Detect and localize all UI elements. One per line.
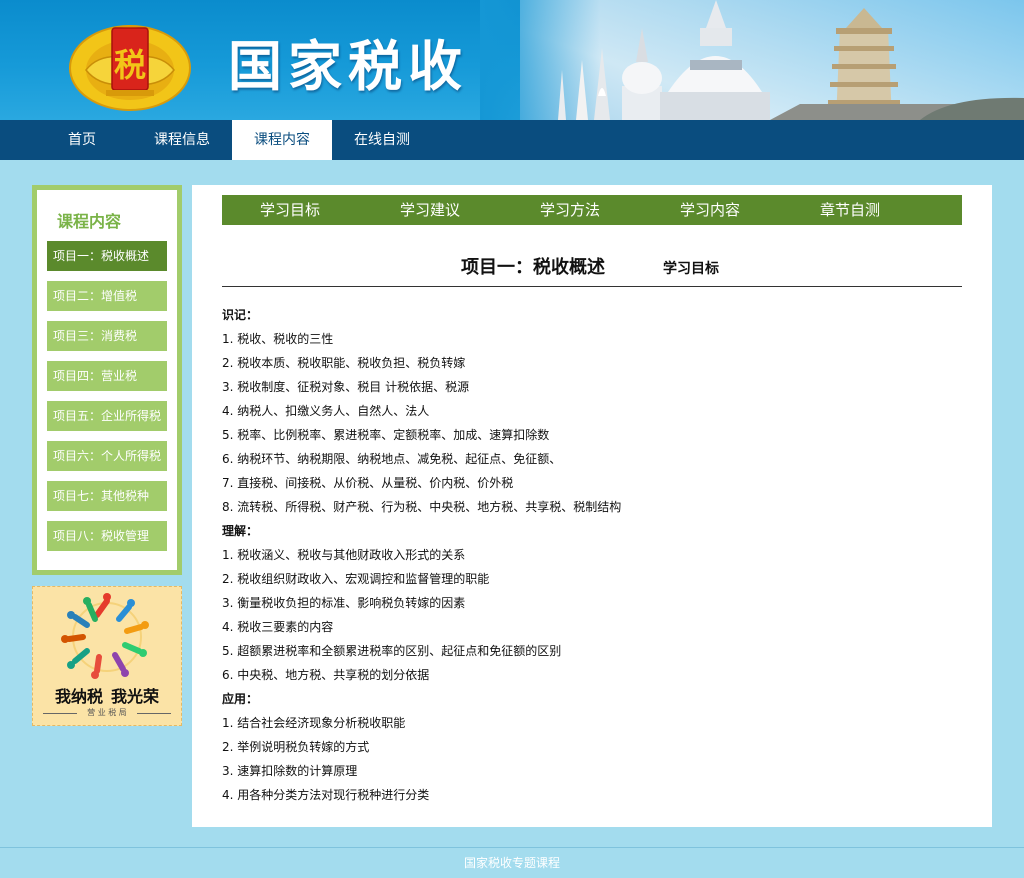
list-item: 2. 税收组织财政收入、宏观调控和监督管理的职能 (222, 572, 490, 586)
slogan-text: 我纳税 我光荣 (33, 683, 181, 707)
list-item: 2. 税收本质、税收职能、税收负担、税负转嫁 (222, 356, 466, 370)
nav-course-info[interactable]: 课程信息 (132, 120, 232, 160)
list-item: 4. 税收三要素的内容 (222, 620, 334, 634)
slogan-left: 我纳税 (54, 687, 103, 706)
tab-learning-suggestions[interactable]: 学习建议 (400, 195, 460, 225)
sidebar-item-project-3[interactable]: 项目三：消费税 (47, 321, 167, 351)
nav-home[interactable]: 首页 (32, 120, 132, 160)
list-item: 3. 衡量税收负担的标准、影响税负转嫁的因素 (222, 596, 466, 610)
tab-chapter-test[interactable]: 章节自测 (820, 195, 880, 225)
tab-learning-methods[interactable]: 学习方法 (540, 195, 600, 225)
landmark-buildings-image (558, 0, 1024, 120)
page-title: 项目一：税收概述 (461, 257, 605, 278)
nav-online-test[interactable]: 在线自测 (332, 120, 432, 160)
sidebar-item-project-8[interactable]: 项目八：税收管理 (47, 521, 167, 551)
sidebar-item-project-7[interactable]: 项目七：其他税种 (47, 481, 167, 511)
content-tabs: 学习目标 学习建议 学习方法 学习内容 章节自测 (222, 195, 962, 225)
emblem-character: 税 (114, 46, 146, 84)
title-divider (222, 286, 962, 287)
tab-learning-content[interactable]: 学习内容 (680, 195, 740, 225)
list-item: 1. 税收、税收的三性 (222, 332, 334, 346)
sidebar-item-project-2[interactable]: 项目二：增值税 (47, 281, 167, 311)
learning-goals-list: 识记： 1. 税收、税收的三性 2. 税收本质、税收职能、税收负担、税负转嫁 3… (222, 303, 962, 807)
tab-learning-goals[interactable]: 学习目标 (260, 195, 320, 225)
site-title: 国家税收 (228, 35, 468, 98)
list-item: 7. 直接税、间接税、从价税、从量税、价内税、价外税 (222, 476, 514, 490)
list-item: 3. 速算扣除数的计算原理 (222, 764, 358, 778)
list-item: 2. 举例说明税负转嫁的方式 (222, 740, 370, 754)
list-item: 5. 税率、比例税率、累进税率、定额税率、加成、速算扣除数 (222, 428, 550, 442)
tax-emblem-logo: 税 (69, 25, 191, 111)
dancing-figures-icon (61, 593, 149, 679)
tax-slogan-image: 我纳税 我光荣 营 业 税 局 (32, 586, 182, 726)
section-title-memorize: 识记： (222, 308, 259, 322)
sidebar-item-project-6[interactable]: 项目六：个人所得税 (47, 441, 167, 471)
page-subtitle: 学习目标 (663, 261, 719, 277)
list-item: 6. 纳税环节、纳税期限、纳税地点、减免税、起征点、免征额、 (222, 452, 562, 466)
slogan-divider-right (137, 713, 171, 714)
section-title-understand: 理解： (222, 524, 259, 538)
list-item: 3. 税收制度、征税对象、税目 计税依据、税源 (222, 380, 470, 394)
list-item: 5. 超额累进税率和全额累进税率的区别、起征点和免征额的区别 (222, 644, 562, 658)
footer-divider (0, 847, 1024, 848)
sidebar-course-menu: 课程内容 项目一：税收概述 项目二：增值税 项目三：消费税 项目四：营业税 项目… (32, 185, 182, 575)
list-item: 1. 税收涵义、税收与其他财政收入形式的关系 (222, 548, 466, 562)
footer-text: 国家税收专题课程 (463, 856, 560, 870)
sidebar-item-project-4[interactable]: 项目四：营业税 (47, 361, 167, 391)
main-content-panel: 学习目标 学习建议 学习方法 学习内容 章节自测 项目一：税收概述 学习目标 识… (192, 185, 992, 827)
list-item: 8. 流转税、所得税、财产税、行为税、中央税、地方税、共享税、税制结构 (222, 500, 622, 514)
sidebar-title: 课程内容 (57, 212, 122, 231)
list-item: 4. 纳税人、扣缴义务人、自然人、法人 (222, 404, 430, 418)
main-navigation: 首页 课程信息 课程内容 在线自测 (0, 120, 1024, 160)
nav-course-content[interactable]: 课程内容 (232, 120, 332, 160)
list-item: 4. 用各种分类方法对现行税种进行分类 (222, 788, 430, 802)
sidebar-item-project-1[interactable]: 项目一：税收概述 (47, 241, 167, 271)
sidebar-item-project-5[interactable]: 项目五：企业所得税 (47, 401, 167, 431)
list-item: 6. 中央税、地方税、共享税的划分依据 (222, 668, 430, 682)
list-item: 1. 结合社会经济现象分析税收职能 (222, 716, 406, 730)
slogan-right: 我光荣 (111, 687, 160, 706)
header-banner: 税 国家税收 (0, 0, 1024, 120)
section-title-apply: 应用： (222, 692, 259, 706)
